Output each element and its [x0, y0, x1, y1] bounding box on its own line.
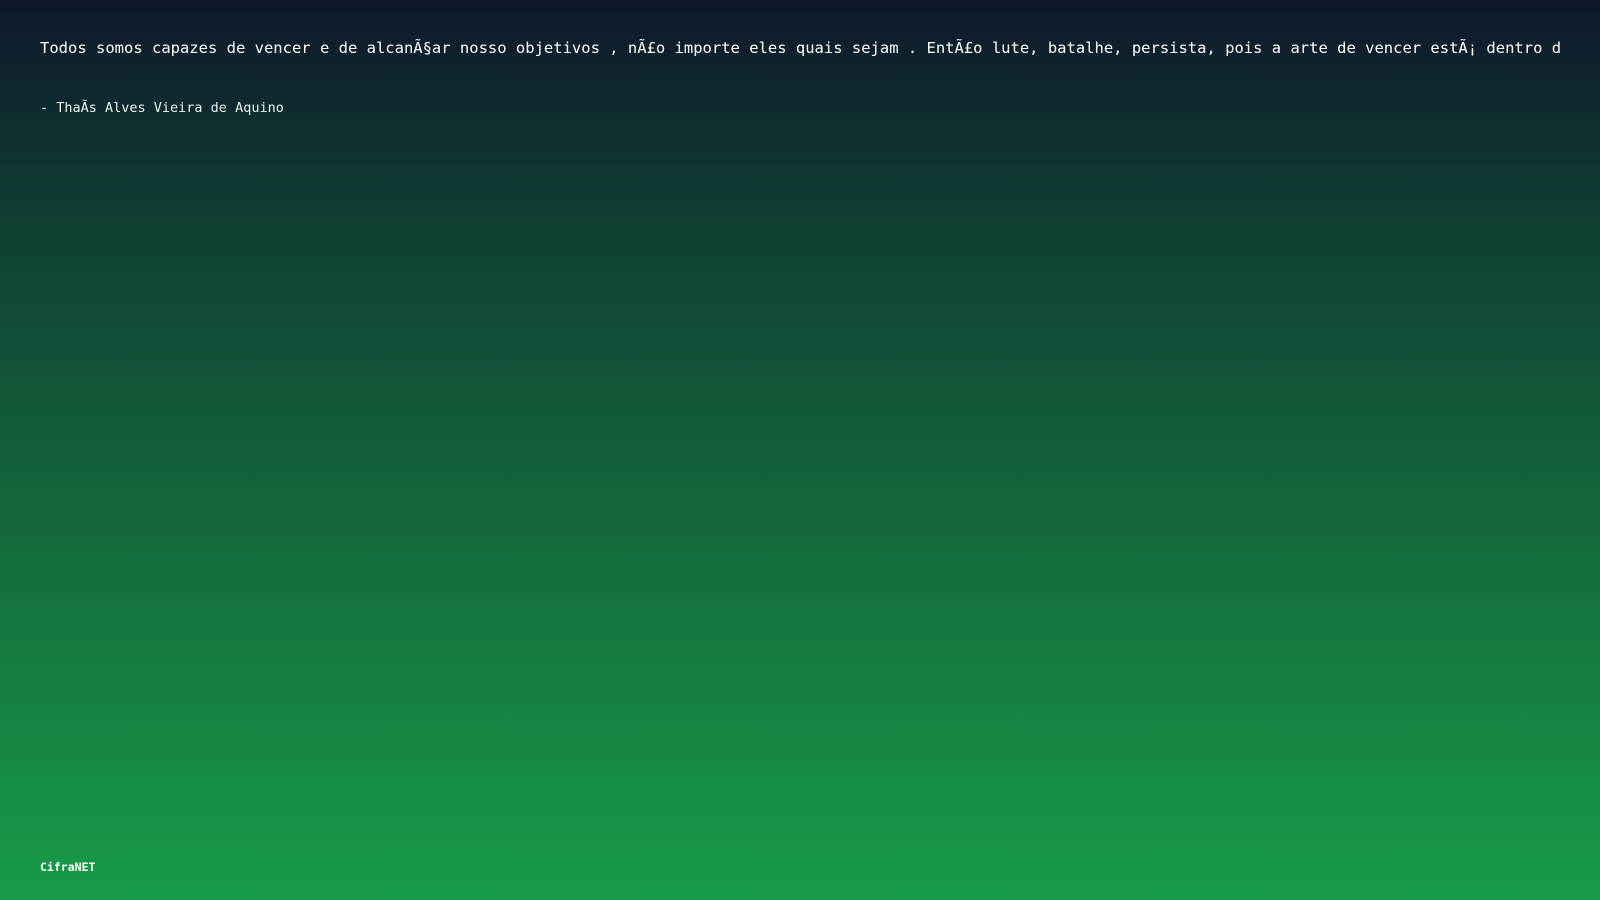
brand-logo-text: CifraNET [40, 860, 96, 874]
quote-card: Todos somos capazes de vencer e de alcan… [0, 0, 1600, 900]
quote-author: - ThaÃ­s Alves Vieira de Aquino [40, 100, 284, 116]
quote-text: Todos somos capazes de vencer e de alcan… [40, 39, 1560, 57]
